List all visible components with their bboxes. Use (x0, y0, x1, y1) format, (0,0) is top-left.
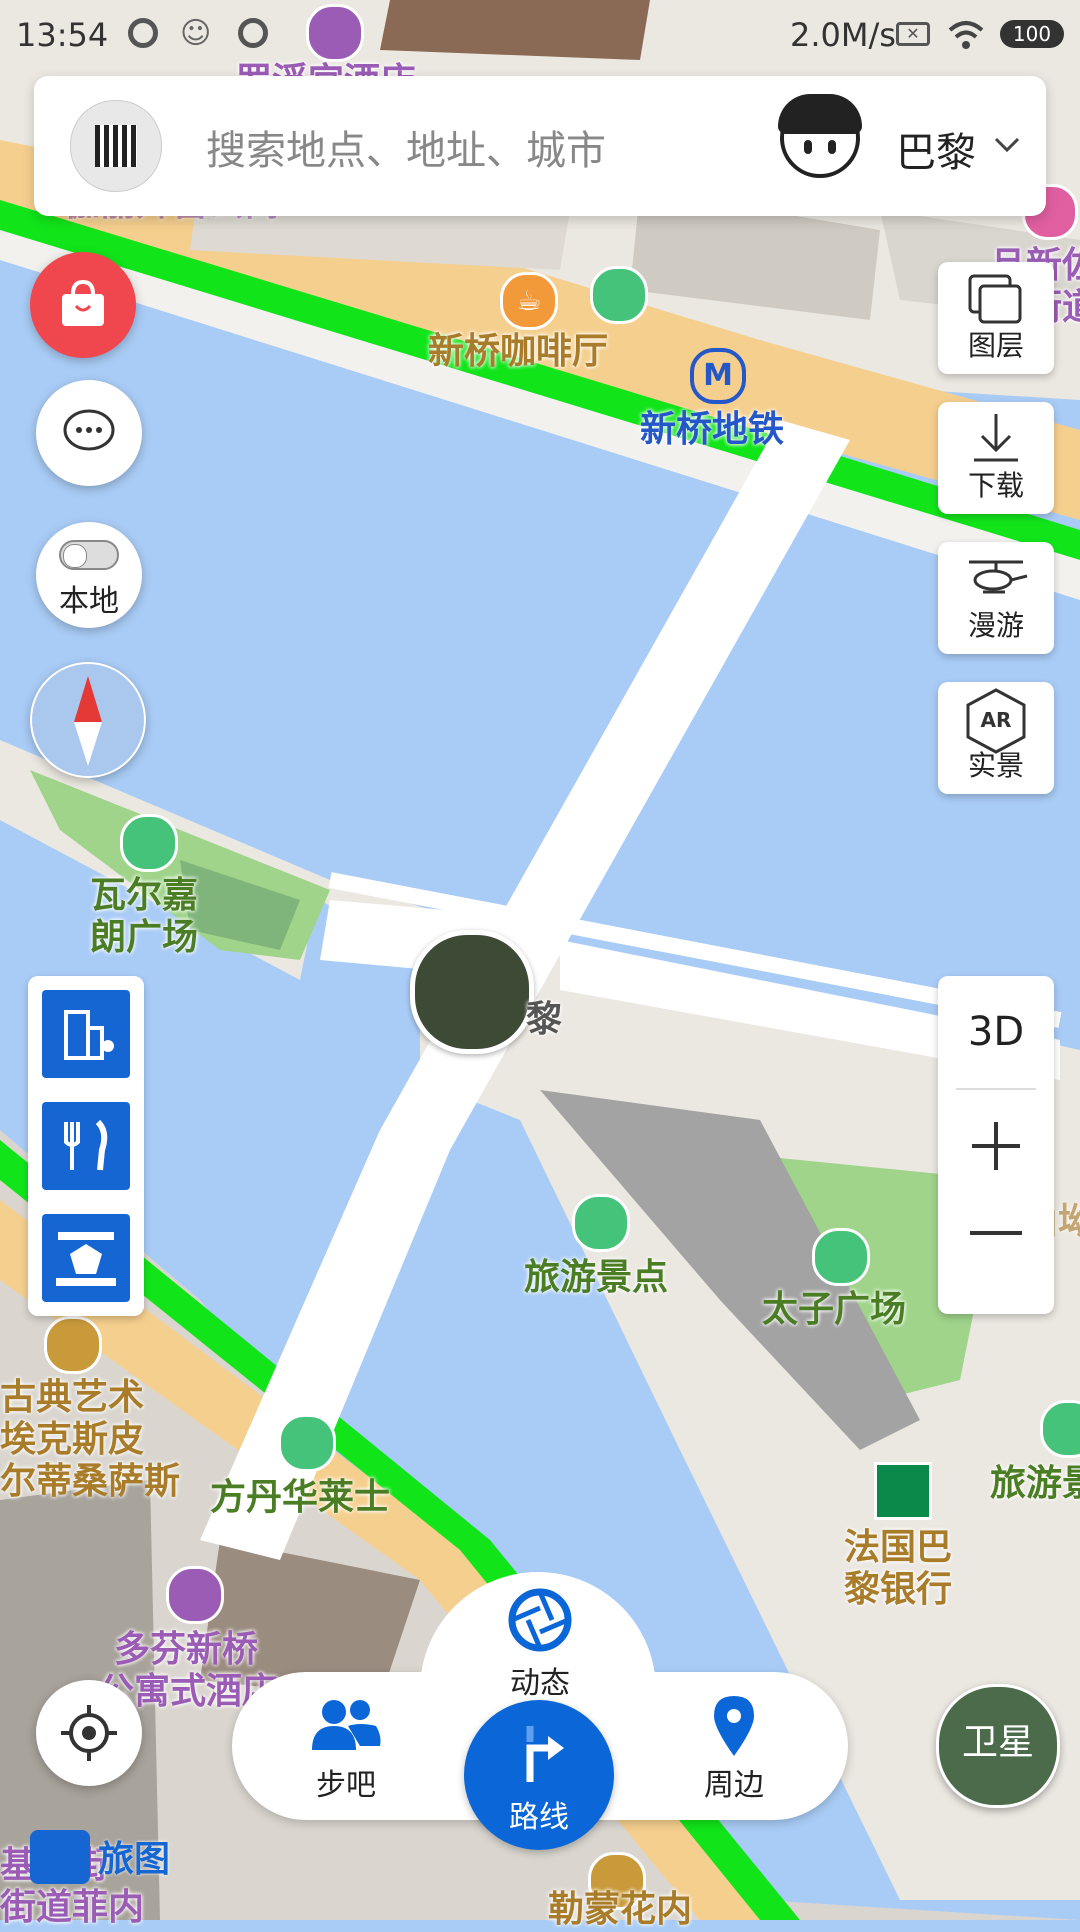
download-label: 下载 (967, 469, 1024, 502)
museum-poi-icon[interactable] (44, 1316, 102, 1374)
zoom-out-button[interactable] (968, 1228, 1024, 1238)
crosshair-icon (61, 1705, 117, 1761)
message-button[interactable] (36, 380, 142, 486)
download-icon (974, 414, 1018, 462)
scenic-poi-icon[interactable] (572, 1194, 630, 1252)
poi-label-museum-line3[interactable]: 尔蒂桑萨斯 (0, 1452, 180, 1504)
hotel-poi-icon-2[interactable] (166, 1566, 224, 1624)
dynamic-label: 动态 (510, 1666, 570, 1701)
status-time: 13:54 (16, 16, 109, 54)
ar-badge-text: AR (980, 708, 1012, 732)
poi-label-square-1-line2[interactable]: 朗广场 (90, 908, 198, 960)
square-poi-icon[interactable] (120, 814, 178, 872)
local-toggle-button[interactable]: 本地 (36, 522, 142, 628)
face-icon: ☺ (180, 16, 212, 51)
square-poi-icon-2[interactable] (812, 1228, 870, 1286)
shopping-bag-icon (62, 279, 104, 326)
landmark-icon[interactable] (590, 266, 648, 324)
bank-poi-icon[interactable] (874, 1462, 932, 1520)
nearby-button[interactable]: 周边 (684, 1690, 784, 1810)
notification-icon-2 (238, 18, 268, 48)
poi-label-bottom-center[interactable]: 勒蒙花内 (548, 1880, 692, 1932)
qr-scan-button[interactable] (70, 100, 162, 192)
compass-button[interactable] (30, 662, 146, 778)
status-bar: 13:54 ☺ 2.0M/s ✕ 100 (0, 0, 1080, 72)
dynamic-button[interactable]: 动态 (480, 1584, 600, 1704)
route-button[interactable]: 路线 (464, 1700, 614, 1850)
download-button[interactable]: 下载 (938, 402, 1054, 514)
divider (956, 1088, 1036, 1090)
route-turn-icon (526, 1726, 564, 1782)
compass-icon (74, 676, 102, 766)
layers-icon (968, 274, 1022, 324)
battery-icon: 100 (1000, 20, 1064, 48)
network-speed: 2.0M/s (790, 16, 896, 54)
ar-label: 实景 (967, 749, 1024, 782)
fountain-poi-icon[interactable] (278, 1414, 336, 1472)
search-input[interactable]: 搜索地点、地址、城市 (206, 118, 606, 176)
layers-label: 图层 (967, 329, 1024, 362)
category-panel (28, 976, 144, 1316)
wifi-icon (948, 21, 984, 49)
poi-label-fontaine[interactable]: 方丹华莱士 (210, 1468, 390, 1520)
poi-label-scenic-right[interactable]: 旅游景 (990, 1454, 1080, 1506)
poi-label-bottom-left-2[interactable]: 街道菲内 (0, 1878, 144, 1930)
qr-code-icon (95, 125, 137, 167)
roam-label: 漫游 (967, 609, 1024, 642)
zoom-panel: 3D (938, 976, 1054, 1314)
scenic-poi-icon-right[interactable] (1040, 1400, 1080, 1458)
poi-label-cafe[interactable]: 新桥咖啡厅 (428, 322, 608, 374)
poi-label-scenic[interactable]: 旅游景点 (524, 1248, 668, 1300)
poi-label-photo-marker[interactable]: 黎 (526, 990, 562, 1042)
attraction-category-button[interactable] (42, 1214, 130, 1302)
brand-logo-icon (30, 1830, 90, 1884)
walk-label: 步吧 (316, 1768, 376, 1803)
zoom-in-button[interactable] (968, 1118, 1024, 1174)
building-icon (64, 1010, 114, 1060)
poi-label-bank-line2[interactable]: 黎银行 (844, 1560, 952, 1612)
local-label: 本地 (59, 584, 119, 619)
city-selector[interactable]: 巴黎 (896, 120, 976, 178)
roam-button[interactable]: 漫游 (938, 542, 1054, 654)
poi-label-metro[interactable]: 新桥地铁 (640, 400, 784, 452)
chevron-down-icon[interactable] (994, 136, 1020, 154)
monument-icon (56, 1232, 116, 1286)
3d-toggle-button[interactable]: 3D (938, 976, 1054, 1088)
nearby-label: 周边 (704, 1768, 764, 1803)
aperture-icon (508, 1588, 572, 1652)
ar-button[interactable]: AR 实景 (938, 682, 1054, 794)
people-icon (312, 1700, 381, 1750)
chat-bubble-icon (63, 409, 115, 451)
hotel-icon[interactable] (306, 4, 364, 62)
helicopter-icon (969, 560, 1028, 594)
location-pin-icon (714, 1696, 754, 1756)
fork-knife-icon (64, 1119, 108, 1171)
locate-button[interactable] (36, 1680, 142, 1786)
photo-marker[interactable] (410, 930, 534, 1054)
poi-label-square-2[interactable]: 太子广场 (762, 1280, 906, 1332)
layers-button[interactable]: 图层 (938, 262, 1054, 374)
metro-icon[interactable]: M (690, 348, 746, 404)
walk-button[interactable]: 步吧 (296, 1690, 396, 1810)
brand-name: 旅图 (98, 1839, 171, 1880)
food-category-button[interactable] (42, 1102, 130, 1190)
sim-off-icon: ✕ (896, 22, 930, 46)
building-category-button[interactable] (42, 990, 130, 1078)
shopping-bag-button[interactable] (30, 252, 136, 358)
notification-icon (128, 18, 158, 48)
toggle-switch[interactable] (59, 540, 119, 570)
route-label: 路线 (509, 1800, 569, 1835)
satellite-button[interactable]: 卫星 (936, 1684, 1060, 1808)
search-bar[interactable]: 搜索地点、地址、城市 巴黎 (34, 76, 1046, 216)
avatar[interactable] (774, 90, 866, 200)
